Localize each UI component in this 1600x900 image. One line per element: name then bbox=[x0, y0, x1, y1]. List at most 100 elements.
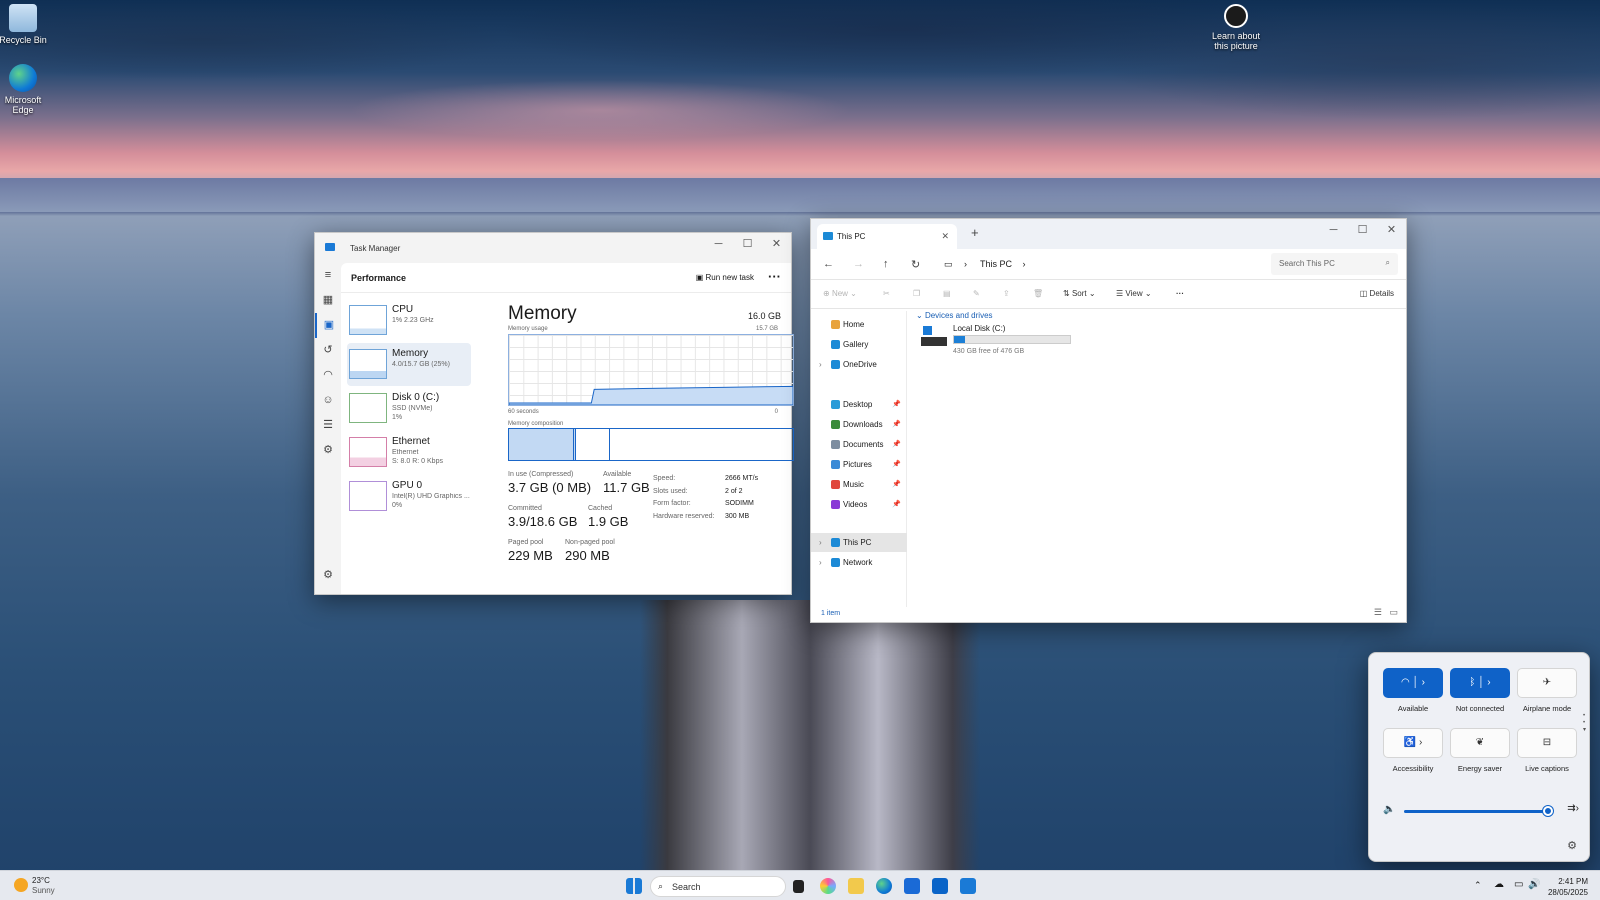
close-tab-icon[interactable]: ✕ bbox=[941, 231, 949, 242]
nav-item-home[interactable]: Home bbox=[811, 315, 907, 334]
nav-item-this-pc[interactable]: › This PC bbox=[811, 533, 907, 552]
services-icon[interactable]: ⚙ bbox=[315, 438, 341, 463]
minimize-button[interactable]: ─ bbox=[704, 233, 733, 257]
speaker-icon[interactable]: 🔈 bbox=[1383, 804, 1395, 815]
nav-item-network[interactable]: › Network bbox=[811, 553, 907, 572]
nav-item-documents[interactable]: Documents 📌 bbox=[811, 435, 907, 454]
close-button[interactable]: ✕ bbox=[1377, 219, 1406, 243]
maximize-button[interactable]: ☐ bbox=[1348, 219, 1377, 243]
perf-item-disk[interactable]: Disk 0 (C:) SSD (NVMe) 1% bbox=[347, 387, 471, 430]
volume-knob[interactable] bbox=[1542, 806, 1553, 816]
learn-picture-shortcut[interactable]: Learn about this picture bbox=[1206, 4, 1266, 51]
page-dots-icon[interactable]: • • ▾ bbox=[1583, 713, 1586, 734]
search-input[interactable]: Search This PC ⌕ bbox=[1271, 253, 1398, 275]
nav-item-downloads[interactable]: Downloads 📌 bbox=[811, 415, 907, 434]
processes-icon[interactable]: ▦ bbox=[315, 288, 341, 313]
view-label: View bbox=[1125, 289, 1143, 298]
settings-icon[interactable]: ⚙ bbox=[315, 563, 341, 588]
expand-chevron-icon[interactable]: › bbox=[819, 360, 822, 369]
wifi-toggle[interactable]: ◠ │ › bbox=[1383, 668, 1443, 698]
breadcrumb-this-pc[interactable]: This PC bbox=[980, 259, 1012, 269]
title-bar[interactable]: Task Manager ─ ☐ ✕ bbox=[315, 233, 791, 263]
nav-item-music[interactable]: Music 📌 bbox=[811, 475, 907, 494]
details-button[interactable]: ◫ Details bbox=[1360, 289, 1394, 298]
forward-icon[interactable]: → bbox=[853, 258, 864, 270]
weather-widget[interactable]: 23°C Sunny bbox=[12, 876, 55, 896]
outlook-icon[interactable] bbox=[932, 878, 948, 894]
perf-item-gpu[interactable]: GPU 0 Intel(R) UHD Graphics ... 0% bbox=[347, 475, 471, 518]
live-captions-toggle[interactable]: ⊟ bbox=[1517, 728, 1577, 758]
paste-icon[interactable]: ▤ bbox=[943, 289, 951, 298]
sort-button[interactable]: ⇅ Sort ⌄ bbox=[1063, 289, 1096, 298]
details-icon[interactable]: ☰ bbox=[315, 413, 341, 438]
history-icon[interactable]: ↺ bbox=[315, 338, 341, 363]
run-new-task-button[interactable]: ▣ Run new task bbox=[696, 273, 754, 282]
back-icon[interactable]: ← bbox=[823, 258, 834, 270]
expand-chevron-icon[interactable]: › bbox=[819, 558, 822, 567]
tab-this-pc[interactable]: This PC ✕ bbox=[817, 224, 957, 249]
list-view-icon[interactable]: ☰ bbox=[1374, 607, 1382, 618]
copilot-icon[interactable] bbox=[820, 878, 836, 894]
clock[interactable]: 2:41 PM 28/05/2025 bbox=[1548, 876, 1588, 898]
nav-item-videos[interactable]: Videos 📌 bbox=[811, 495, 907, 514]
nav-item-onedrive[interactable]: › OneDrive bbox=[811, 355, 907, 374]
paged-pool-stat: Paged pool 229 MB bbox=[508, 539, 553, 563]
perf-item-cpu[interactable]: CPU 1% 2.23 GHz bbox=[347, 299, 471, 342]
perf-item-ethernet[interactable]: Ethernet Ethernet S: 8.0 R: 0 Kbps bbox=[347, 431, 471, 474]
local-disk-item[interactable]: Local Disk (C:) 430 GB free of 476 GB bbox=[921, 324, 1081, 364]
energy-saver-toggle[interactable]: ❦ bbox=[1450, 728, 1510, 758]
minimize-button[interactable]: ─ bbox=[1319, 219, 1348, 243]
up-icon[interactable]: ↑ bbox=[883, 258, 889, 270]
hidden-icons-chevron-icon[interactable]: ⌃ bbox=[1474, 880, 1482, 891]
task-manager-taskbar-icon[interactable] bbox=[960, 878, 976, 894]
view-button[interactable]: ☰ View ⌄ bbox=[1116, 289, 1152, 298]
refresh-icon[interactable]: ↻ bbox=[911, 258, 920, 271]
share-icon[interactable]: ⇪ bbox=[1003, 289, 1010, 298]
expand-chevron-icon[interactable]: › bbox=[819, 538, 822, 547]
nav-item-icon bbox=[831, 460, 840, 469]
recycle-bin-shortcut[interactable]: Recycle Bin bbox=[0, 4, 53, 45]
delete-icon[interactable]: 🗑 bbox=[1033, 289, 1043, 298]
perf-item-memory[interactable]: Memory 4.0/15.7 GB (25%) bbox=[347, 343, 471, 386]
store-icon[interactable] bbox=[904, 878, 920, 894]
close-button[interactable]: ✕ bbox=[762, 233, 791, 257]
sun-icon bbox=[14, 878, 28, 892]
airplane-mode-toggle[interactable]: ✈ bbox=[1517, 668, 1577, 698]
performance-icon[interactable]: ▣ bbox=[315, 313, 341, 338]
taskbar-search[interactable]: ⌕ Search bbox=[650, 876, 786, 897]
volume-icon[interactable]: 🔊 bbox=[1528, 879, 1540, 890]
new-tab-icon[interactable]: + bbox=[971, 225, 979, 240]
more-options-icon[interactable]: ··· bbox=[768, 269, 781, 284]
startup-icon[interactable]: ◠ bbox=[315, 363, 341, 388]
task-view-icon[interactable] bbox=[793, 880, 804, 893]
detail-key: Form factor: bbox=[653, 500, 691, 507]
volume-slider[interactable] bbox=[1404, 806, 1553, 816]
network-icon[interactable]: ▭ bbox=[1514, 879, 1523, 890]
copy-icon[interactable]: ❐ bbox=[913, 289, 920, 298]
more-options-icon[interactable]: ··· bbox=[1176, 289, 1184, 298]
accessibility-toggle[interactable]: ♿ › bbox=[1383, 728, 1443, 758]
chevron-right-icon[interactable]: › bbox=[1422, 677, 1425, 688]
edge-icon[interactable] bbox=[876, 878, 892, 894]
devices-group-header[interactable]: ⌄ Devices and drives bbox=[916, 311, 993, 320]
bluetooth-toggle[interactable]: ᛒ │ › bbox=[1450, 668, 1510, 698]
chevron-right-icon[interactable]: › bbox=[1487, 677, 1490, 688]
cloud-icon[interactable]: ☁ bbox=[1494, 879, 1504, 890]
new-button[interactable]: ⊕ New ⌄ bbox=[823, 289, 857, 298]
hamburger-icon[interactable]: ≡ bbox=[315, 263, 341, 288]
nav-item-pictures[interactable]: Pictures 📌 bbox=[811, 455, 907, 474]
address-bar[interactable]: ▭ › This PC › bbox=[936, 253, 1256, 275]
start-icon[interactable] bbox=[626, 878, 642, 894]
maximize-button[interactable]: ☐ bbox=[733, 233, 762, 257]
audio-output-icon[interactable]: ⇉› bbox=[1567, 803, 1579, 814]
settings-icon[interactable]: ⚙ bbox=[1567, 839, 1577, 852]
users-icon[interactable]: ☺ bbox=[315, 388, 341, 413]
detail-value: 2666 MT/s bbox=[725, 475, 759, 482]
tiles-view-icon[interactable]: ▭ bbox=[1389, 607, 1398, 618]
nav-item-desktop[interactable]: Desktop 📌 bbox=[811, 395, 907, 414]
cut-icon[interactable]: ✂ bbox=[883, 289, 890, 298]
edge-shortcut[interactable]: Microsoft Edge bbox=[0, 64, 53, 115]
file-explorer-icon[interactable] bbox=[848, 878, 864, 894]
nav-item-gallery[interactable]: Gallery bbox=[811, 335, 907, 354]
rename-icon[interactable]: ✎ bbox=[973, 289, 980, 298]
